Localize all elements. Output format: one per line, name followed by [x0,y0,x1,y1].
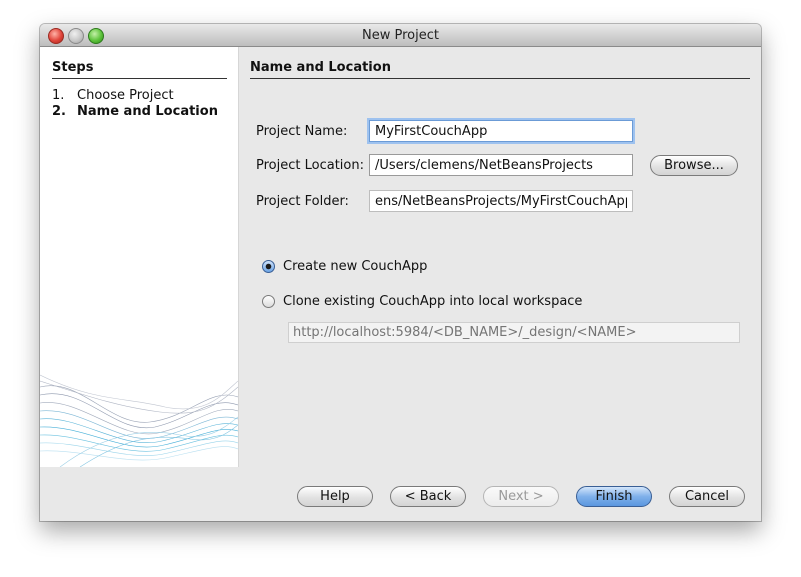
project-name-label: Project Name: [256,124,348,139]
help-button[interactable]: Help [297,486,373,507]
decorative-waves-graphic [40,374,238,467]
create-new-couchapp-label[interactable]: Create new CouchApp [283,259,427,274]
step-name-and-location: 2. Name and Location [52,104,218,120]
next-button[interactable]: Next > [483,486,559,507]
project-location-label: Project Location: [256,158,364,173]
project-folder-input[interactable] [369,190,633,212]
clone-existing-couchapp-radio[interactable] [262,295,275,308]
create-new-couchapp-radio[interactable] [262,260,275,273]
step-number: 2. [52,104,66,119]
window-title: New Project [362,28,439,43]
step-label: Name and Location [77,104,218,119]
step-number: 1. [52,88,65,103]
new-project-dialog: New Project Steps 1. Choose Project 2. Nam… [40,24,761,521]
steps-heading: Steps [52,60,227,79]
browse-button[interactable]: Browse... [650,155,738,176]
cancel-button[interactable]: Cancel [669,486,745,507]
panel-heading: Name and Location [250,60,750,79]
clone-url-input[interactable] [288,322,740,343]
name-and-location-panel: Name and Location Project Name: Project … [238,47,761,487]
finish-button[interactable]: Finish [576,486,652,507]
project-folder-label: Project Folder: [256,194,349,209]
project-location-input[interactable] [369,154,633,176]
project-name-input[interactable] [369,120,633,142]
title-bar[interactable]: New Project [40,24,761,47]
step-label: Choose Project [77,88,174,103]
steps-list: 1. Choose Project 2. Name and Location [52,88,218,120]
step-choose-project: 1. Choose Project [52,88,218,104]
back-button[interactable]: < Back [390,486,466,507]
clone-existing-couchapp-label[interactable]: Clone existing CouchApp into local works… [283,294,582,309]
steps-sidebar: Steps 1. Choose Project 2. Name and Locati… [40,47,239,467]
